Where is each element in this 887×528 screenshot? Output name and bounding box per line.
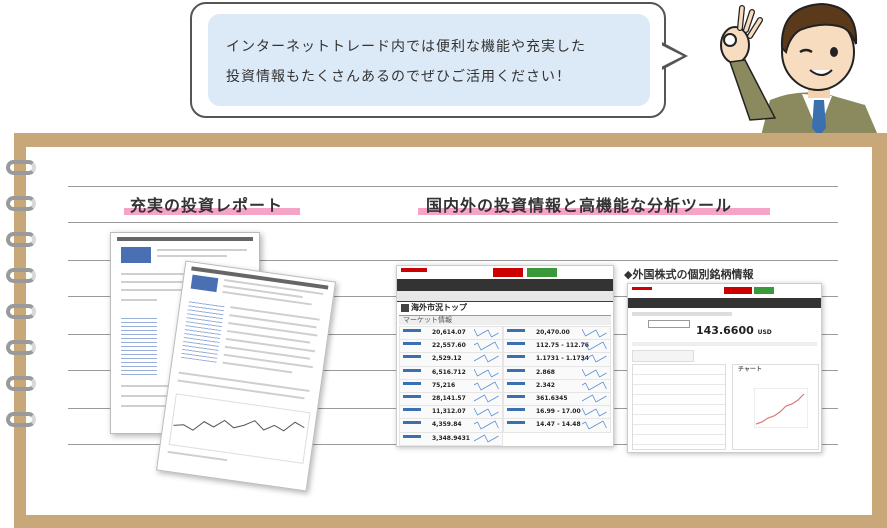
market-row: 11,312.07 bbox=[399, 405, 503, 420]
market-value: 14.47 - 14.48 bbox=[536, 421, 581, 429]
bubble-line-2: 投資情報もたくさんあるのでぜひご活用ください！ bbox=[226, 69, 571, 85]
spiral-ring bbox=[6, 196, 36, 211]
market-row: 14.47 - 14.48 bbox=[503, 418, 611, 433]
market-row: 6,516.712 bbox=[399, 365, 503, 380]
market-row: 2,529.12 bbox=[399, 352, 503, 367]
stock-heading: ◆外国株式の個別銘柄情報 bbox=[624, 268, 754, 281]
market-row: 4,359.84 bbox=[399, 418, 503, 433]
stock-chart-label: チャート bbox=[738, 366, 762, 373]
bubble-line-1: インターネットトレード内では便利な機能や充実した bbox=[226, 39, 586, 55]
report-page-front bbox=[155, 260, 337, 492]
market-panel-title: マーケット情報 bbox=[403, 316, 452, 324]
stock-price: 143.6600 USD bbox=[696, 324, 772, 337]
businessman-illustration bbox=[720, 2, 880, 140]
market-row: 2.342 bbox=[503, 378, 611, 393]
market-value: 2.342 bbox=[536, 381, 555, 389]
stock-screenshot: 143.6600 USD チャート bbox=[627, 283, 822, 453]
spiral-ring bbox=[6, 376, 36, 391]
market-value: 28,141.57 bbox=[432, 395, 466, 402]
spiral-ring bbox=[6, 268, 36, 283]
market-value: 75,216 bbox=[432, 381, 456, 389]
market-row: 20,614.07 bbox=[399, 326, 503, 341]
market-value: 16.99 - 17.00 bbox=[536, 408, 581, 416]
market-value: 20,470.00 bbox=[536, 329, 570, 336]
market-value: 2,529.12 bbox=[432, 355, 462, 363]
spiral-ring bbox=[6, 232, 36, 247]
market-row: 361.6345 bbox=[503, 392, 611, 407]
market-value: 3,348.9431 bbox=[432, 434, 470, 442]
market-row: 75,216 bbox=[399, 378, 503, 393]
spiral-ring bbox=[6, 340, 36, 355]
stock-chart bbox=[754, 388, 808, 428]
bubble-text: インターネットトレード内では便利な機能や充実した 投資情報もたくさんあるのでぜひ… bbox=[226, 32, 646, 92]
market-value: 6,516.712 bbox=[432, 368, 466, 376]
market-screenshot: 海外市況トップ マーケット情報 20,614.07 22,557.60 2,529.… bbox=[396, 265, 614, 447]
market-row: 3,348.9431 bbox=[399, 431, 503, 446]
spiral-ring bbox=[6, 304, 36, 319]
market-row: 1.1731 - 1.1734 bbox=[503, 352, 611, 367]
market-value: 22,557.60 bbox=[432, 342, 466, 350]
market-title: 海外市況トップ bbox=[411, 303, 467, 312]
tools-heading: 国内外の投資情報と高機能な分析ツール bbox=[426, 196, 733, 215]
market-value: 2.868 bbox=[536, 368, 555, 376]
market-row: 112.75 - 112.76 bbox=[503, 339, 611, 354]
report-heading: 充実の投資レポート bbox=[130, 196, 284, 215]
market-row: 22,557.60 bbox=[399, 339, 503, 354]
market-row: 28,141.57 bbox=[399, 392, 503, 407]
market-value: 11,312.07 bbox=[432, 408, 466, 416]
market-value: 4,359.84 bbox=[432, 421, 462, 429]
market-value: 361.6345 bbox=[536, 395, 568, 402]
market-row: 2.868 bbox=[503, 365, 611, 380]
spiral-ring bbox=[6, 160, 36, 175]
market-row: 20,470.00 bbox=[503, 326, 611, 341]
spiral-ring bbox=[6, 412, 36, 427]
market-value: 20,614.07 bbox=[432, 329, 466, 336]
market-row: 16.99 - 17.00 bbox=[503, 405, 611, 420]
